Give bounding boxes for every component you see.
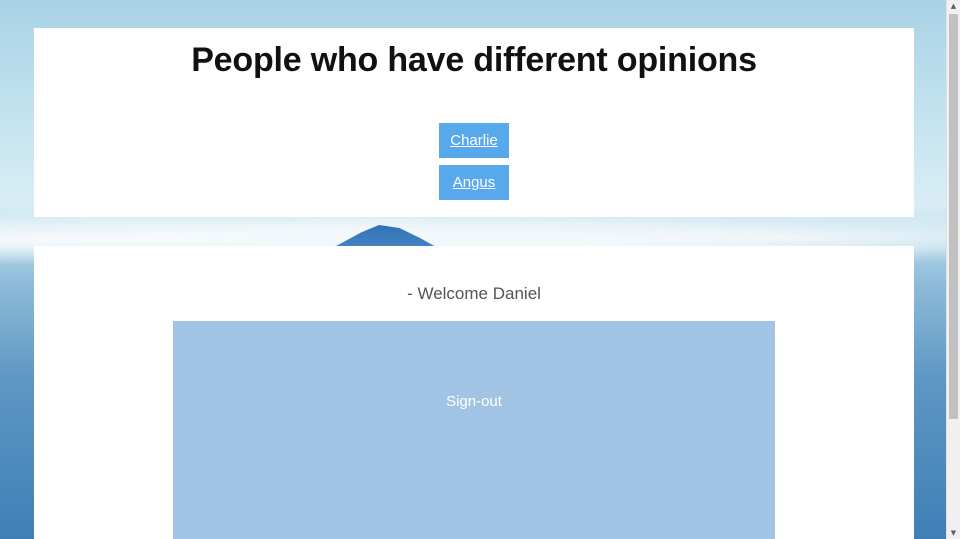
person-link-charlie[interactable]: Charlie: [439, 123, 509, 158]
welcome-message: - Welcome Daniel: [407, 284, 541, 303]
main-card: - Welcome Daniel Sign-out: [34, 246, 914, 539]
page-title: People who have different opinions: [191, 41, 757, 79]
scroll-thumb[interactable]: [949, 14, 958, 419]
scroll-up-icon[interactable]: ▲: [947, 0, 960, 12]
scroll-down-icon[interactable]: ▼: [947, 527, 960, 539]
vertical-scrollbar[interactable]: ▲ ▼: [946, 0, 960, 539]
sign-out-button[interactable]: Sign-out: [173, 321, 775, 539]
sign-out-label: Sign-out: [446, 393, 502, 410]
header-card: People who have different opinions Charl…: [34, 28, 914, 217]
person-link-angus[interactable]: Angus: [439, 165, 509, 200]
